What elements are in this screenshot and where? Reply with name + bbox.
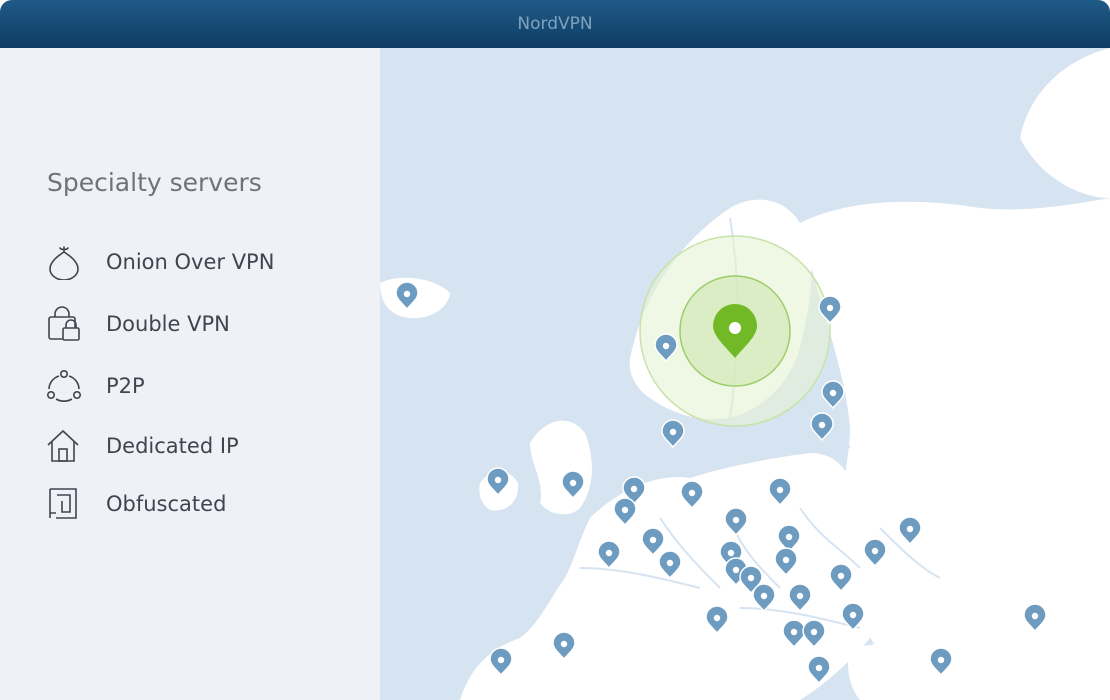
sidebar: Specialty servers Onion Over VPN Double …	[0, 48, 380, 700]
sidebar-item-dedicated-ip[interactable]: Dedicated IP	[44, 424, 344, 468]
active-server[interactable]	[639, 235, 831, 427]
app-window: NordVPN Specialty servers Onion Over VPN…	[0, 0, 1110, 700]
obfuscated-icon	[49, 488, 77, 519]
sidebar-item-obfuscated[interactable]: Obfuscated	[44, 482, 344, 526]
sidebar-item-label: Onion Over VPN	[106, 250, 275, 274]
sidebar-item-label: Double VPN	[106, 312, 230, 336]
double-lock-icon	[48, 306, 80, 341]
europe-map-canvas	[380, 48, 1110, 700]
home-icon	[47, 430, 79, 462]
p2p-icon	[46, 369, 81, 402]
server-map[interactable]	[380, 48, 1110, 700]
sidebar-item-label: P2P	[106, 374, 145, 398]
server-pin[interactable]	[810, 412, 834, 442]
onion-icon	[49, 246, 79, 280]
title-bar: NordVPN	[0, 0, 1110, 48]
sidebar-item-label: Dedicated IP	[106, 434, 239, 458]
sidebar-item-onion-over-vpn[interactable]: Onion Over VPN	[44, 240, 344, 284]
server-pin[interactable]	[661, 419, 685, 449]
sidebar-item-double-vpn[interactable]: Double VPN	[44, 302, 344, 346]
sidebar-item-label: Obfuscated	[106, 492, 227, 516]
sidebar-heading: Specialty servers	[47, 168, 262, 197]
sidebar-item-p2p[interactable]: P2P	[44, 364, 344, 408]
